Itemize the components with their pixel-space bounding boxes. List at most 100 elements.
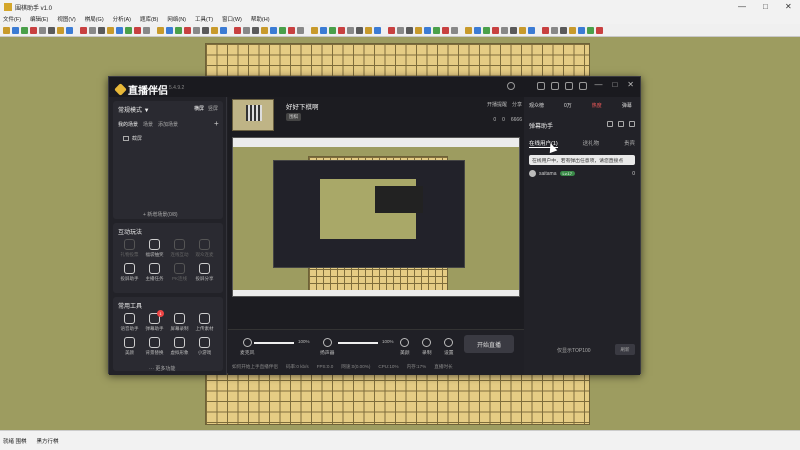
toolbar-icon[interactable] — [3, 26, 10, 34]
menu-item[interactable]: 网络(N) — [167, 15, 186, 23]
room-title[interactable]: 好好下棋啊 — [286, 101, 319, 111]
toolbar-icon[interactable] — [229, 27, 232, 34]
game-controller-icon[interactable] — [507, 82, 515, 90]
heat-label[interactable]: 热度 — [592, 102, 602, 109]
toolbar-icon[interactable] — [279, 26, 286, 34]
speaker-control[interactable]: 扬声器 — [320, 338, 334, 356]
record-control[interactable]: 录制 — [422, 338, 432, 356]
toolbar-icon[interactable] — [306, 27, 309, 34]
toolbar-icon[interactable] — [560, 26, 567, 34]
stream-minimize-button[interactable]: — — [594, 80, 602, 89]
danmaku-label[interactable]: 弹幕 — [622, 102, 632, 109]
toolbar-icon[interactable] — [48, 26, 55, 34]
toolbar-icon[interactable] — [338, 26, 345, 34]
scene-item[interactable]: 截屏 — [123, 135, 142, 142]
toolbar-icon[interactable] — [433, 26, 440, 34]
tool-item[interactable]: 美颜 — [117, 337, 142, 356]
stream-maximize-button[interactable]: □ — [612, 80, 617, 89]
menu-icon[interactable] — [579, 82, 587, 90]
menu-item[interactable]: 棋局(G) — [85, 15, 104, 23]
minimize-button[interactable]: — — [738, 2, 746, 11]
tool-item[interactable]: 语音助手 — [117, 313, 142, 332]
toolbar-icon[interactable] — [383, 27, 386, 34]
refresh-icon[interactable] — [629, 121, 635, 127]
add-scene-button[interactable]: + 新增场景(0/8) — [143, 211, 178, 218]
toolbar-icon[interactable] — [134, 26, 141, 34]
toolbar-icon[interactable] — [30, 26, 37, 34]
toolbar-icon[interactable] — [175, 26, 182, 34]
toolbar-icon[interactable] — [451, 26, 458, 34]
menu-item[interactable]: 帮助(H) — [251, 15, 270, 23]
toolbar-icon[interactable] — [66, 26, 73, 34]
menu-item[interactable]: 文件(F) — [3, 15, 21, 23]
toolbar-icon[interactable] — [143, 26, 150, 34]
tab-vip[interactable]: 贵宾 — [624, 139, 635, 148]
maximize-button[interactable]: □ — [763, 2, 768, 11]
toolbar-icon[interactable] — [297, 26, 304, 34]
pin-icon[interactable] — [607, 121, 613, 127]
interact-item[interactable]: 投屏助手 — [117, 263, 142, 282]
beauty-control[interactable]: 美颜 — [400, 338, 410, 356]
toolbar-icon[interactable] — [116, 26, 123, 34]
landscape-toggle[interactable]: 横屏 — [194, 105, 204, 112]
toolbar-icon[interactable] — [519, 26, 526, 34]
toolbar-icon[interactable] — [397, 26, 404, 34]
toolbar-icon[interactable] — [442, 26, 449, 34]
menu-item[interactable]: 视图(V) — [57, 15, 75, 23]
settings-control[interactable]: 设置 — [444, 338, 454, 356]
toolbar-icon[interactable] — [465, 26, 472, 34]
menu-item[interactable]: 编辑(E) — [30, 15, 48, 23]
toolbar-icon[interactable] — [578, 26, 585, 34]
toolbar-icon[interactable] — [57, 26, 64, 34]
toolbar-icon[interactable] — [596, 26, 603, 34]
toolbar-icon[interactable] — [184, 26, 191, 34]
toolbar-icon[interactable] — [252, 26, 259, 34]
toolbar-icon[interactable] — [320, 26, 327, 34]
live-reminder-button[interactable]: 开播提醒 — [487, 101, 507, 108]
message-icon[interactable] — [537, 82, 545, 90]
toolbar-icon[interactable] — [537, 27, 540, 34]
room-category-tag[interactable]: 围棋 — [286, 113, 301, 121]
menu-item[interactable]: 分析(A) — [113, 15, 131, 23]
toolbar-icon[interactable] — [243, 26, 250, 34]
toolbar-icon[interactable] — [460, 27, 463, 34]
toolbar-icon[interactable] — [474, 26, 481, 34]
mode-dropdown[interactable]: 常规模式 ▼ — [118, 105, 150, 114]
toolbar-icon[interactable] — [270, 26, 277, 34]
menu-item[interactable]: 工具(T) — [195, 15, 213, 23]
notice-bar[interactable]: 在线用户中，若有弹出任意项，请您直接点 — [529, 155, 635, 165]
toolbar-icon[interactable] — [193, 26, 200, 34]
toolbar-icon[interactable] — [288, 26, 295, 34]
interact-item[interactable]: 投屏分享 — [192, 263, 217, 282]
toolbar-icon[interactable] — [39, 26, 46, 34]
toolbar-icon[interactable] — [107, 26, 114, 34]
start-live-button[interactable]: 开始直播 — [464, 335, 514, 353]
tool-item[interactable]: 小游戏 — [192, 337, 217, 356]
toolbar-icon[interactable] — [329, 26, 336, 34]
toolbar-icon[interactable] — [80, 26, 87, 34]
toolbar-icon[interactable] — [89, 26, 96, 34]
tool-item[interactable]: 上传素材 — [192, 313, 217, 332]
toolbar-icon[interactable] — [551, 26, 558, 34]
close-button[interactable]: ✕ — [785, 2, 792, 11]
toolbar-icon[interactable] — [261, 26, 268, 34]
tool-item[interactable]: 屏幕录制 — [167, 313, 192, 332]
toolbar-icon[interactable] — [356, 26, 363, 34]
tool-item[interactable]: 虚拟形象 — [167, 337, 192, 356]
toolbar-icon[interactable] — [374, 26, 381, 34]
mic-slider[interactable]: 100% — [254, 339, 310, 344]
toolbar-icon[interactable] — [542, 26, 549, 34]
toolbar-icon[interactable] — [415, 26, 422, 34]
gift-icon[interactable] — [565, 82, 573, 90]
toolbar-icon[interactable] — [388, 26, 395, 34]
toolbar-icon[interactable] — [220, 26, 227, 34]
tab-my-scenes[interactable]: 我的场景 — [118, 121, 138, 128]
toolbar-icon[interactable] — [211, 26, 218, 34]
toolbar-icon[interactable] — [311, 26, 318, 34]
menu-item[interactable]: 题库(B) — [140, 15, 158, 23]
toolbar-icon[interactable] — [98, 26, 105, 34]
toolbar-icon[interactable] — [483, 26, 490, 34]
toolbar-icon[interactable] — [424, 26, 431, 34]
speaker-slider[interactable]: 100% — [338, 339, 394, 344]
toolbar-icon[interactable] — [365, 26, 372, 34]
